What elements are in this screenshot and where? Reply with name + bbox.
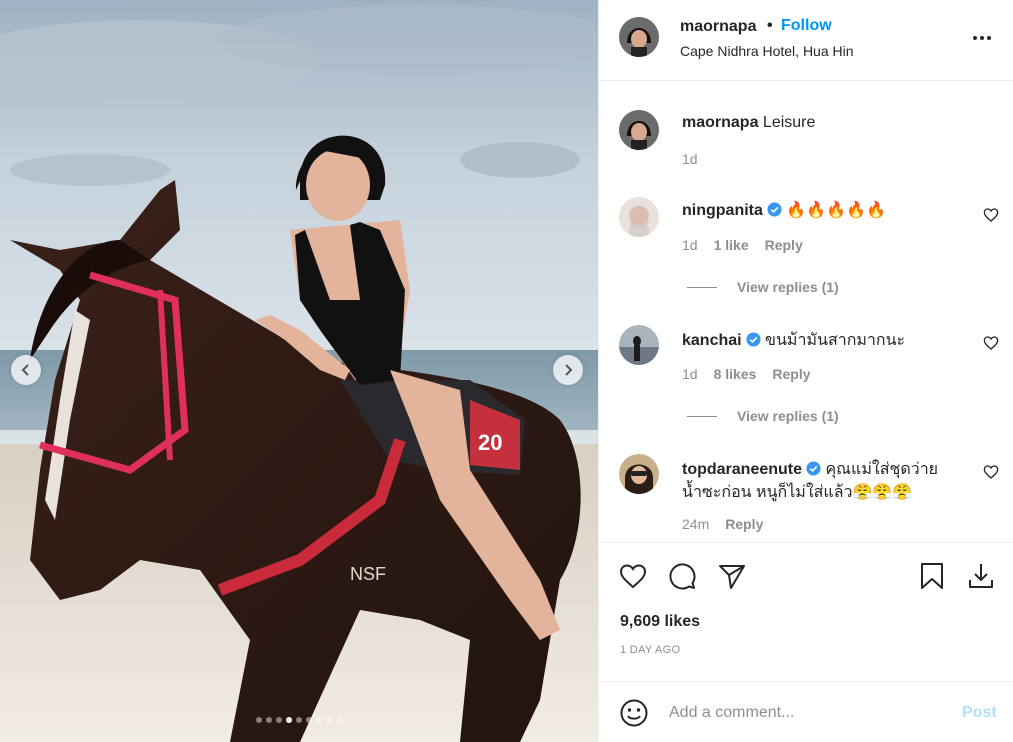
instagram-post: 20 NSF maornapa • Follow Cape Nidhra Hot… — [0, 0, 1013, 742]
heart-icon[interactable] — [618, 561, 648, 591]
like-comment-heart-icon[interactable] — [983, 207, 999, 223]
slide-dot — [316, 717, 322, 723]
slide-dot — [276, 717, 282, 723]
comment-avatar[interactable] — [619, 325, 659, 365]
comment-time[interactable]: 1d — [682, 237, 698, 253]
slide-dot — [326, 717, 332, 723]
comment-icon[interactable] — [667, 561, 697, 591]
slide-dot — [336, 717, 342, 723]
post-photo: 20 NSF — [0, 0, 598, 742]
post-actions: 9,609 likes 1 DAY AGO Post — [599, 542, 1013, 742]
saddle-number: 20 — [478, 430, 502, 455]
author-avatar[interactable] — [619, 17, 659, 57]
post-comment-button[interactable]: Post — [962, 704, 997, 722]
comment-username[interactable]: kanchai — [682, 332, 742, 349]
like-comment-heart-icon[interactable] — [983, 335, 999, 351]
comment: kanchai ขนม้ามันสากมากนะ — [682, 328, 905, 353]
header-separator: • — [767, 17, 773, 34]
post-timestamp[interactable]: 1 DAY AGO — [620, 644, 680, 656]
caption-text: Leisure — [762, 114, 816, 131]
comment-text: ขนม้ามันสากมากนะ — [765, 332, 906, 349]
view-replies-label: View replies (1) — [737, 408, 839, 424]
post-header: maornapa • Follow Cape Nidhra Hotel, Hua… — [599, 0, 1013, 81]
comment-likes[interactable]: 1 like — [714, 237, 749, 253]
download-icon[interactable] — [966, 561, 996, 591]
slide-dot — [296, 717, 302, 723]
comment-time[interactable]: 1d — [682, 366, 698, 382]
horse-brand-mark: NSF — [350, 564, 386, 584]
comment-meta: 24m Reply — [682, 516, 763, 532]
slide-dot — [266, 717, 272, 723]
comment-continuation: น้ำซะก่อน หนูก็ไม่ใส่แล้ว😤😤😤 — [682, 480, 912, 505]
verified-badge-icon — [746, 332, 761, 347]
slide-dot — [306, 717, 312, 723]
comment-meta: 1d 1 like Reply — [682, 237, 803, 253]
emoji-icon[interactable] — [619, 698, 649, 728]
verified-badge-icon — [767, 202, 782, 217]
caption-avatar[interactable] — [619, 110, 659, 150]
comment-likes[interactable]: 8 likes — [714, 366, 757, 382]
comment: ningpanita 🔥🔥🔥🔥🔥 — [682, 200, 886, 220]
slide-dot-active — [286, 717, 292, 723]
reply-button[interactable]: Reply — [725, 516, 763, 532]
comment-username[interactable]: topdaraneenute — [682, 461, 802, 478]
caption-username[interactable]: maornapa — [682, 114, 758, 131]
comment-avatar[interactable] — [619, 454, 659, 494]
view-replies-button[interactable]: View replies (1) — [687, 279, 839, 295]
view-replies-divider — [687, 415, 717, 417]
paper-plane-icon[interactable] — [717, 561, 747, 591]
post-location[interactable]: Cape Nidhra Hotel, Hua Hin — [680, 43, 854, 59]
slide-dot — [256, 717, 262, 723]
next-slide-button[interactable] — [553, 355, 583, 385]
comment-meta: 1d 8 likes Reply — [682, 366, 811, 382]
comment-avatar[interactable] — [619, 197, 659, 237]
view-replies-divider — [687, 286, 717, 288]
comment-text-line-2: น้ำซะก่อน หนูก็ไม่ใส่แล้ว😤😤😤 — [682, 484, 913, 501]
post-media[interactable]: 20 NSF — [0, 0, 598, 742]
caption: maornapa Leisure — [682, 114, 815, 132]
caption-meta: 1d — [682, 151, 698, 167]
comments-list[interactable]: maornapa Leisure 1d ningpanita 🔥🔥🔥🔥🔥 1d … — [599, 82, 1013, 542]
comment-text: 🔥🔥🔥🔥🔥 — [786, 202, 886, 219]
more-horizontal-icon[interactable] — [972, 28, 992, 48]
verified-badge-icon — [806, 461, 821, 476]
comment-input[interactable] — [669, 700, 949, 726]
reply-button[interactable]: Reply — [772, 366, 810, 382]
chevron-right-icon — [565, 364, 573, 376]
bookmark-icon[interactable] — [917, 561, 947, 591]
reply-button[interactable]: Reply — [765, 237, 803, 253]
follow-button[interactable]: Follow — [781, 17, 832, 35]
comment-time[interactable]: 24m — [682, 516, 709, 532]
like-count[interactable]: 9,609 likes — [620, 613, 700, 631]
like-comment-heart-icon[interactable] — [983, 464, 999, 480]
post-side-panel: maornapa • Follow Cape Nidhra Hotel, Hua… — [598, 0, 1013, 742]
comment-username[interactable]: ningpanita — [682, 202, 763, 219]
chevron-left-icon — [21, 364, 29, 376]
previous-slide-button[interactable] — [11, 355, 41, 385]
comment-composer: Post — [599, 681, 1013, 742]
comment-text-line-1: คุณแม่ใส่ชุดว่าย — [825, 461, 939, 478]
view-replies-label: View replies (1) — [737, 279, 839, 295]
comment: topdaraneenute คุณแม่ใส่ชุดว่าย — [682, 457, 938, 482]
author-username[interactable]: maornapa — [680, 18, 756, 36]
slide-indicator — [0, 717, 598, 723]
caption-time[interactable]: 1d — [682, 151, 698, 167]
view-replies-button[interactable]: View replies (1) — [687, 408, 839, 424]
